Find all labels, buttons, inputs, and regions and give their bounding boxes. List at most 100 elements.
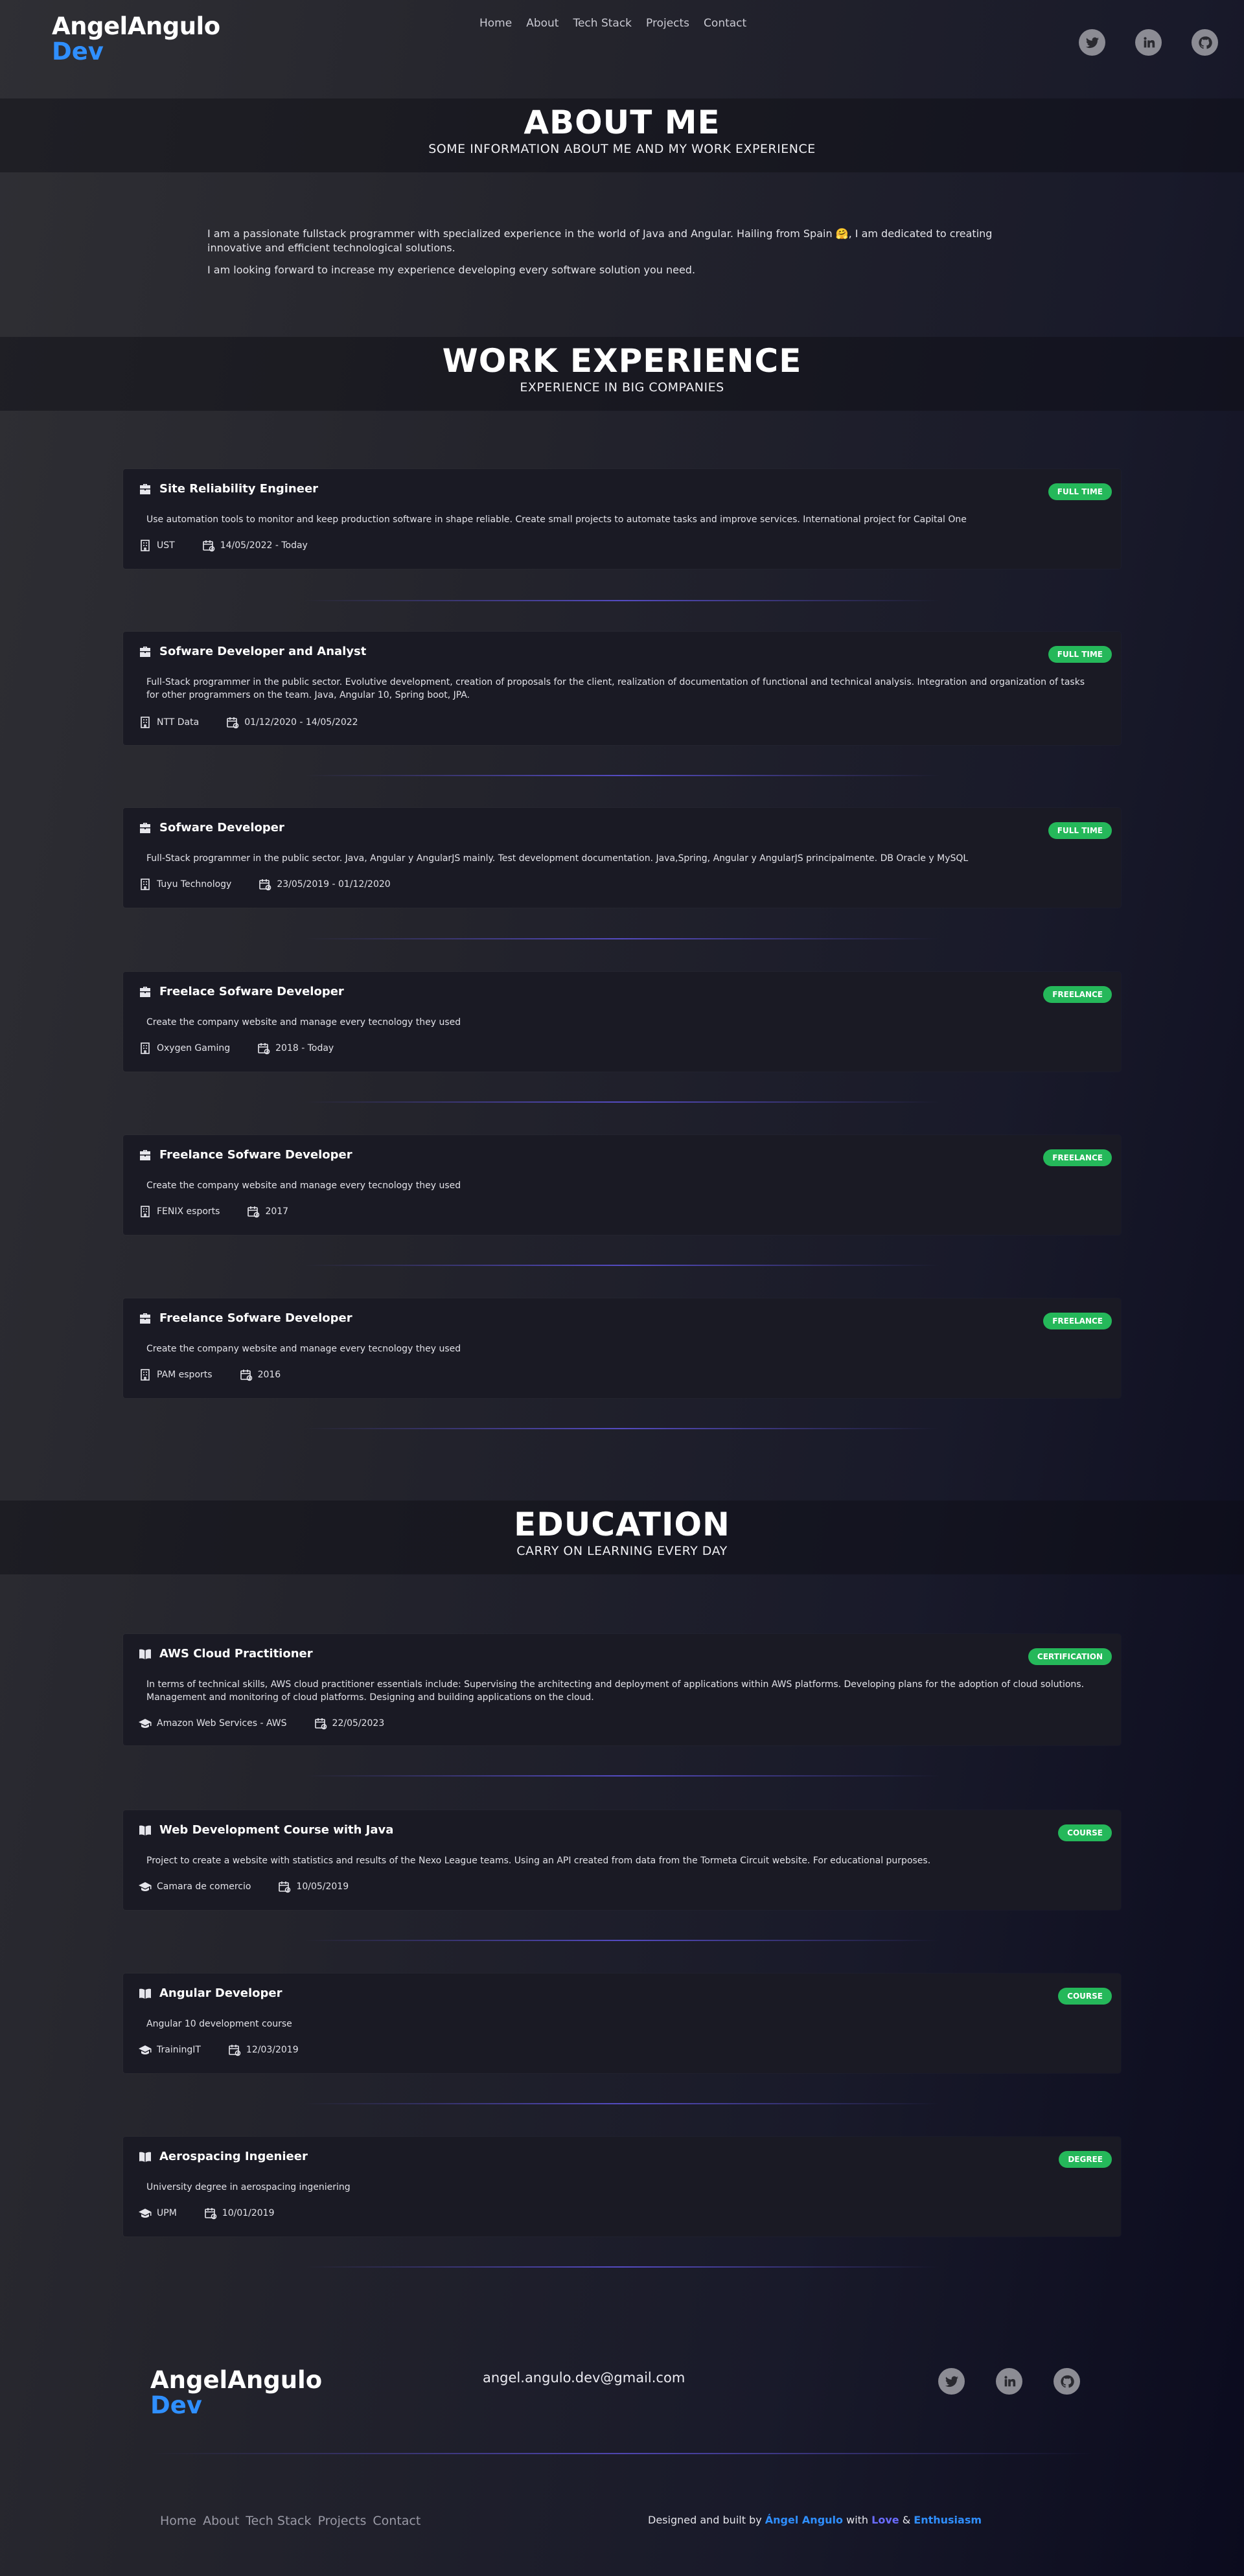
- work-title: WORK EXPERIENCE: [442, 342, 802, 380]
- education-card: Aerospacing Ingenieer DEGREE University …: [123, 2137, 1121, 2237]
- linkedin-icon[interactable]: [996, 2368, 1022, 2395]
- divider: [305, 600, 939, 601]
- work-card: Freelace Sofware Developer FREELANCE Cre…: [123, 972, 1121, 1072]
- footer-divider: [149, 2453, 1095, 2454]
- twitter-icon[interactable]: [938, 2368, 965, 2395]
- divider: [305, 1428, 939, 1429]
- calendar-icon: [314, 1718, 327, 1730]
- footer-link-projects[interactable]: Projects: [318, 2514, 367, 2528]
- status-badge: FREELANCE: [1043, 1313, 1112, 1329]
- logo-suffix: Dev: [150, 2391, 202, 2419]
- building-icon: [141, 879, 150, 890]
- work-card: Freelance Sofware Developer FREELANCE Cr…: [123, 1135, 1121, 1235]
- footer-link-home[interactable]: Home: [160, 2514, 196, 2528]
- about-subtitle: SOME INFORMATION ABOUT ME AND MY WORK EX…: [428, 142, 816, 156]
- graduation-cap-icon: [139, 1882, 152, 1891]
- calendar-icon: [204, 2208, 217, 2220]
- nav-link-home[interactable]: Home: [479, 17, 512, 30]
- building-icon: [141, 1042, 150, 1054]
- work-meta: NTT Data 01/12/2020 - 14/05/2022: [139, 716, 386, 729]
- card-title: Web Development Course with Java: [139, 1823, 393, 1837]
- work-role: Freelace Sofware Developer: [159, 985, 344, 998]
- briefcase-icon: [140, 986, 150, 997]
- education-subtitle: CARRY ON LEARNING EVERY DAY: [516, 1544, 728, 1558]
- contact-email-link[interactable]: angel.angulo.dev@gmail.com: [483, 2370, 685, 2386]
- education-description: In terms of technical skills, AWS cloud …: [146, 1679, 1085, 1703]
- education-description: Project to create a website with statist…: [146, 1856, 931, 1866]
- footer-link-about[interactable]: About: [203, 2514, 239, 2528]
- briefcase-icon: [140, 483, 150, 494]
- about-title: ABOUT ME: [524, 104, 720, 141]
- work-dates: 2016: [257, 1370, 281, 1380]
- credit-author: Ángel Angulo: [765, 2514, 844, 2526]
- work-description: Full-Stack programmer in the public sect…: [146, 677, 1085, 700]
- work-card: Site Reliability Engineer FULL TIME Use …: [123, 469, 1121, 569]
- nav-link-projects[interactable]: Projects: [646, 17, 689, 30]
- education-meta: UPM 10/01/2019: [139, 2207, 301, 2220]
- github-icon[interactable]: [1192, 29, 1218, 56]
- navbar: AngelAngulo Dev Home About Tech Stack Pr…: [0, 0, 1244, 71]
- education-dates: 12/03/2019: [246, 2045, 299, 2055]
- work-role: Freelance Sofware Developer: [159, 1311, 352, 1325]
- card-title: Freelace Sofware Developer: [139, 985, 344, 998]
- work-card: Freelance Sofware Developer FREELANCE Cr…: [123, 1298, 1121, 1398]
- about-section-header: ABOUT ME SOME INFORMATION ABOUT ME AND M…: [0, 98, 1244, 172]
- logo-suffix: Dev: [52, 38, 104, 65]
- work-description: Create the company website and manage ev…: [146, 1017, 461, 1028]
- education-school: UPM: [157, 2208, 177, 2218]
- work-role: Freelance Sofware Developer: [159, 1148, 352, 1162]
- work-meta: UST 14/05/2022 - Today: [139, 539, 335, 552]
- graduation-cap-icon: [139, 1719, 152, 1728]
- education-card: Angular Developer COURSE Angular 10 deve…: [123, 1973, 1121, 2073]
- status-badge: DEGREE: [1059, 2151, 1112, 2168]
- education-description: Angular 10 development course: [146, 2019, 292, 2029]
- footer-logo[interactable]: AngelAngulo Dev: [150, 2368, 322, 2417]
- status-badge: FREELANCE: [1043, 1149, 1112, 1166]
- site-logo[interactable]: AngelAngulo Dev: [52, 14, 220, 63]
- work-dates: 23/05/2019 - 01/12/2020: [277, 879, 391, 890]
- divider: [305, 1940, 939, 1941]
- education-dates: 10/01/2019: [222, 2208, 275, 2218]
- linkedin-icon[interactable]: [1135, 29, 1162, 56]
- briefcase-icon: [140, 646, 150, 657]
- education-meta: TrainingIT 12/03/2019: [139, 2043, 326, 2056]
- footer-link-tech-stack[interactable]: Tech Stack: [246, 2514, 311, 2528]
- work-dates: 2017: [265, 1206, 289, 1217]
- briefcase-icon: [140, 822, 150, 833]
- building-icon: [141, 717, 150, 728]
- graduation-cap-icon: [139, 2209, 152, 2218]
- work-role: Sofware Developer and Analyst: [159, 645, 367, 658]
- work-company: NTT Data: [157, 717, 200, 728]
- book-icon: [139, 1988, 151, 1999]
- work-meta: PAM esports 2016: [139, 1368, 308, 1381]
- work-meta: Tuyu Technology 23/05/2019 - 01/12/2020: [139, 878, 418, 891]
- calendar-icon: [248, 1206, 260, 1218]
- twitter-icon[interactable]: [1079, 29, 1105, 56]
- education-name: AWS Cloud Practitioner: [159, 1647, 313, 1661]
- github-icon[interactable]: [1054, 2368, 1080, 2395]
- education-name: Angular Developer: [159, 1986, 282, 2000]
- logo-name: AngelAngulo: [52, 12, 220, 40]
- work-company: PAM esports: [157, 1370, 213, 1380]
- card-title: Sofware Developer and Analyst: [139, 645, 366, 658]
- card-title: Angular Developer: [139, 1986, 282, 2000]
- card-title: Aerospacing Ingenieer: [139, 2150, 308, 2163]
- work-meta: Oxygen Gaming 2018 - Today: [139, 1042, 361, 1055]
- nav-link-tech-stack[interactable]: Tech Stack: [573, 17, 632, 30]
- education-title: EDUCATION: [514, 1506, 730, 1543]
- divider: [305, 1775, 939, 1777]
- work-description: Create the company website and manage ev…: [146, 1180, 461, 1191]
- education-school: Amazon Web Services - AWS: [157, 1718, 287, 1729]
- work-dates: 2018 - Today: [275, 1043, 334, 1053]
- nav-link-about[interactable]: About: [526, 17, 559, 30]
- about-paragraph: I am a passionate fullstack programmer w…: [207, 227, 993, 254]
- divider: [305, 2266, 939, 2268]
- nav-link-contact[interactable]: Contact: [704, 17, 746, 30]
- footer-link-contact[interactable]: Contact: [373, 2514, 420, 2528]
- card-title: Sofware Developer: [139, 821, 284, 834]
- credit-with: with: [843, 2514, 872, 2526]
- card-title: Freelance Sofware Developer: [139, 1311, 352, 1325]
- card-title: Site Reliability Engineer: [139, 482, 318, 496]
- book-icon: [139, 2152, 151, 2162]
- work-card: Sofware Developer and Analyst FULL TIME …: [123, 632, 1121, 745]
